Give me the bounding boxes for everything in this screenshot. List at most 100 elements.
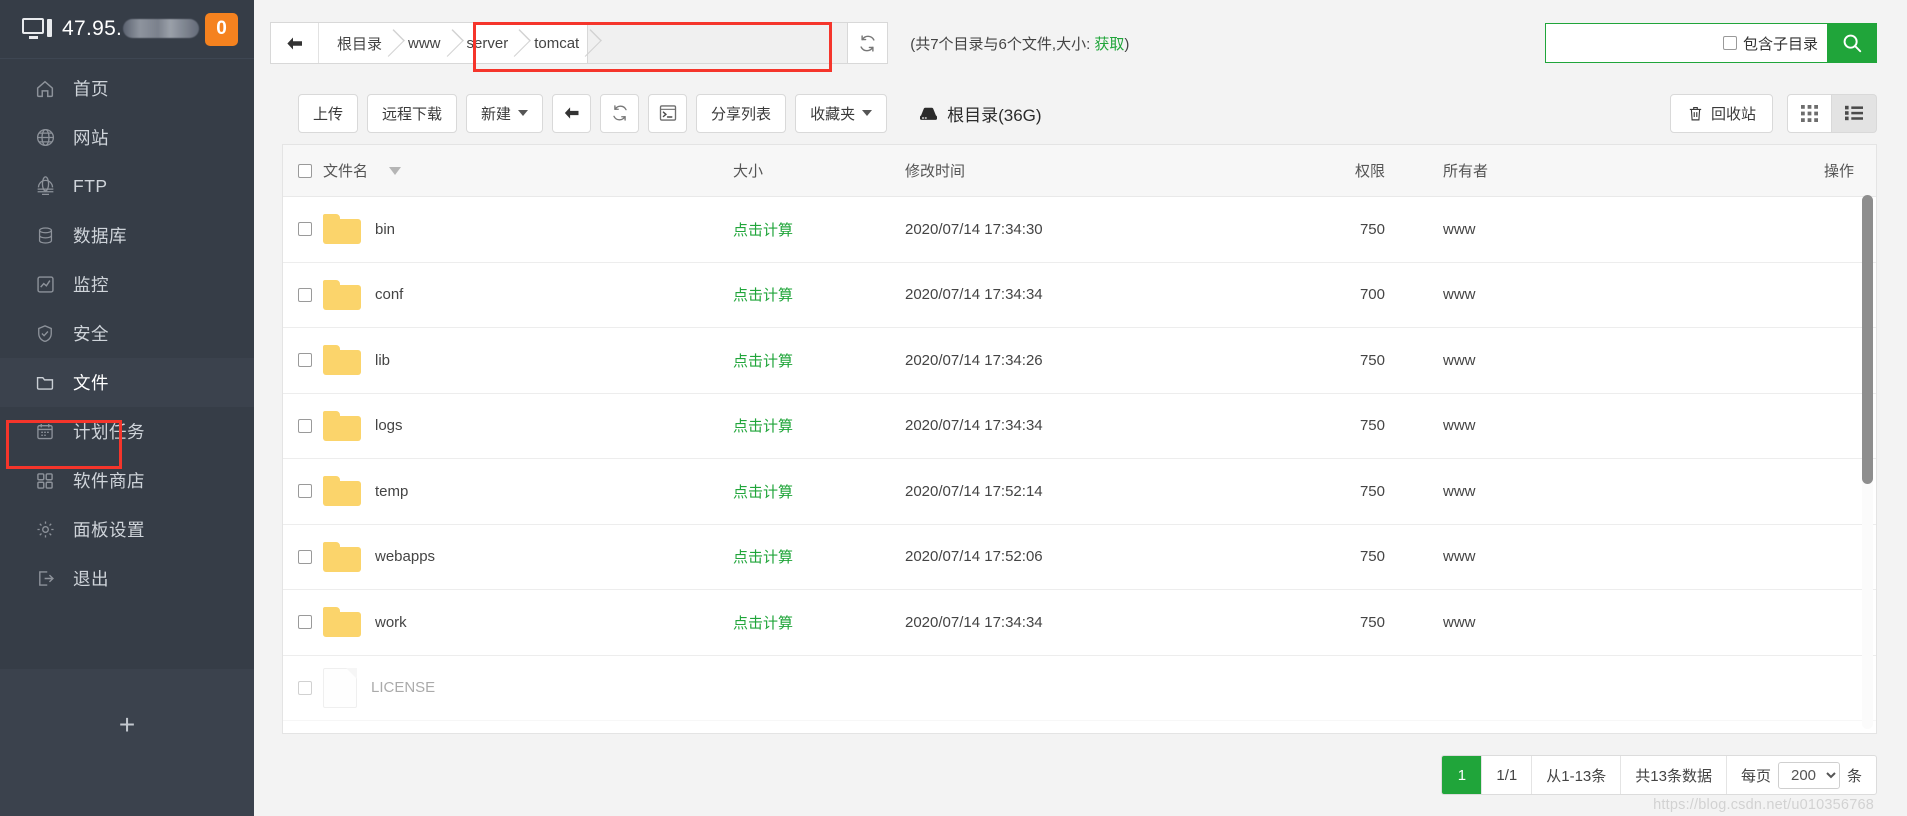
row-mtime-cell: 2020/07/14 17:52:06 [905, 548, 1043, 566]
table-row[interactable]: work 点击计算 2020/07/14 17:34:34 750 www [283, 590, 1876, 656]
sidebar-item-label: 网站 [73, 128, 109, 148]
table-row[interactable]: lib 点击计算 2020/07/14 17:34:26 750 www [283, 328, 1876, 394]
list-view-button[interactable] [1832, 93, 1877, 133]
recycle-bin-button[interactable]: 回收站 [1669, 93, 1773, 133]
breadcrumb-item-0[interactable]: 根目录 [319, 23, 390, 63]
column-header-size[interactable]: 大小 [733, 160, 905, 181]
row-name-cell[interactable]: webapps [323, 541, 733, 572]
calc-size-link[interactable]: 点击计算 [733, 484, 793, 501]
row-mtime-cell: 2020/07/14 17:34:34 [905, 286, 1043, 304]
row-checkbox[interactable] [298, 484, 312, 499]
folder-icon [33, 371, 57, 395]
row-checkbox[interactable] [298, 680, 312, 695]
table-scrollbar[interactable] [1862, 195, 1873, 729]
row-checkbox[interactable] [298, 418, 312, 433]
toolbar: 上传 远程下载 新建 分享列表 收藏夹 根目录(36G) 回收站 [270, 82, 1877, 144]
sidebar-item-cron[interactable]: 计划任务 [0, 407, 254, 456]
sidebar-footer: + [0, 669, 254, 816]
search-input[interactable] [1533, 26, 1723, 60]
row-permission-cell[interactable]: 700 [1173, 286, 1423, 303]
select-all-checkbox[interactable] [298, 163, 312, 178]
get-size-link[interactable]: 获取 [1094, 36, 1124, 53]
row-name-cell[interactable]: lib [323, 345, 733, 376]
path-input[interactable] [588, 22, 849, 64]
table-row[interactable]: bin 点击计算 2020/07/14 17:34:30 750 www [283, 197, 1876, 263]
row-permission-cell[interactable]: 750 [1173, 221, 1423, 238]
table-scrollbar-thumb[interactable] [1862, 195, 1873, 484]
row-name-cell[interactable]: work [323, 607, 733, 638]
row-checkbox[interactable] [298, 222, 312, 237]
sidebar-item-panel-settings[interactable]: 面板设置 [0, 505, 254, 554]
include-subdir-toggle[interactable]: 包含子目录 [1722, 33, 1818, 54]
sidebar-item-app-store[interactable]: 软件商店 [0, 456, 254, 505]
search-bar: 包含子目录 [1533, 23, 1877, 63]
sidebar-item-home[interactable]: 首页 [0, 64, 254, 113]
calc-size-link[interactable]: 点击计算 [733, 222, 793, 239]
table-row[interactable]: logs 点击计算 2020/07/14 17:34:34 750 www [283, 394, 1876, 459]
share-list-button[interactable]: 分享列表 [696, 93, 787, 133]
path-refresh-button[interactable] [848, 22, 889, 64]
file-name: conf [375, 286, 404, 304]
row-name-cell[interactable]: conf [323, 279, 733, 310]
new-button[interactable]: 新建 [466, 93, 544, 133]
column-header-mtime[interactable]: 修改时间 [905, 160, 1173, 181]
calc-size-link[interactable]: 点击计算 [733, 549, 793, 566]
row-owner-cell[interactable]: www [1423, 614, 1633, 631]
terminal-button[interactable] [648, 93, 688, 133]
row-checkbox[interactable] [298, 549, 312, 564]
row-name-cell[interactable]: temp [323, 476, 733, 507]
calc-size-link[interactable]: 点击计算 [733, 615, 793, 632]
notification-badge[interactable]: 0 [205, 12, 238, 46]
row-permission-cell[interactable]: 750 [1173, 483, 1423, 500]
table-row[interactable]: temp 点击计算 2020/07/14 17:52:14 750 www [283, 459, 1876, 525]
add-button[interactable]: + [119, 711, 135, 739]
row-checkbox[interactable] [298, 287, 312, 302]
row-permission-cell[interactable]: 750 [1173, 614, 1423, 631]
table-row[interactable]: webapps 点击计算 2020/07/14 17:52:06 750 www [283, 525, 1876, 590]
table-row[interactable]: LICENSE [283, 656, 1876, 721]
column-header-owner[interactable]: 所有者 [1423, 160, 1633, 181]
sidebar-item-security[interactable]: 安全 [0, 309, 254, 358]
row-owner-cell[interactable]: www [1423, 352, 1633, 369]
column-header-permission[interactable]: 权限 [1173, 160, 1423, 181]
toolbar-back-button[interactable] [552, 93, 592, 133]
row-owner-cell[interactable]: www [1423, 548, 1633, 565]
pagination-current-page[interactable]: 1 [1442, 756, 1483, 794]
column-header-filename[interactable]: 文件名 [323, 160, 733, 181]
row-owner-cell[interactable]: www [1423, 286, 1633, 303]
row-owner-cell[interactable]: www [1423, 417, 1633, 434]
sidebar-item-logout[interactable]: 退出 [0, 554, 254, 603]
toolbar-refresh-button[interactable] [600, 93, 640, 133]
remote-download-button[interactable]: 远程下载 [367, 93, 458, 133]
sidebar-item-ftp[interactable]: FTP [0, 162, 254, 211]
row-checkbox[interactable] [298, 353, 312, 368]
row-permission-cell[interactable]: 750 [1173, 352, 1423, 369]
sidebar-item-files[interactable]: 文件 [0, 358, 254, 407]
table-row[interactable]: conf 点击计算 2020/07/14 17:34:34 700 www [283, 263, 1876, 328]
grid-view-button[interactable] [1787, 93, 1832, 133]
favorites-button[interactable]: 收藏夹 [795, 93, 888, 133]
breadcrumb-back-button[interactable] [271, 23, 319, 63]
row-permission-cell[interactable]: 750 [1173, 417, 1423, 434]
row-size-cell: 点击计算 [733, 415, 905, 436]
sidebar-item-monitor[interactable]: 监控 [0, 260, 254, 309]
calc-size-link[interactable]: 点击计算 [733, 287, 793, 304]
row-name-cell[interactable]: LICENSE [323, 667, 733, 708]
sidebar-item-label: 首页 [73, 79, 109, 99]
per-page-select[interactable]: 200 [1777, 761, 1840, 789]
include-subdir-checkbox[interactable] [1722, 36, 1737, 50]
row-name-cell[interactable]: logs [323, 410, 733, 441]
search-button[interactable] [1827, 23, 1877, 63]
calc-size-link[interactable]: 点击计算 [733, 353, 793, 370]
row-name-cell[interactable]: bin [323, 214, 733, 245]
row-checkbox[interactable] [298, 615, 312, 630]
row-permission-cell[interactable]: 750 [1173, 548, 1423, 565]
sidebar-item-website[interactable]: 网站 [0, 113, 254, 162]
sidebar-item-database[interactable]: 数据库 [0, 211, 254, 260]
row-owner-cell[interactable]: www [1423, 221, 1633, 238]
ip-redaction-mask [123, 19, 200, 38]
upload-button[interactable]: 上传 [298, 93, 359, 133]
calc-size-link[interactable]: 点击计算 [733, 418, 793, 435]
row-owner-cell[interactable]: www [1423, 483, 1633, 500]
row-mtime-cell: 2020/07/14 17:34:26 [905, 351, 1043, 369]
